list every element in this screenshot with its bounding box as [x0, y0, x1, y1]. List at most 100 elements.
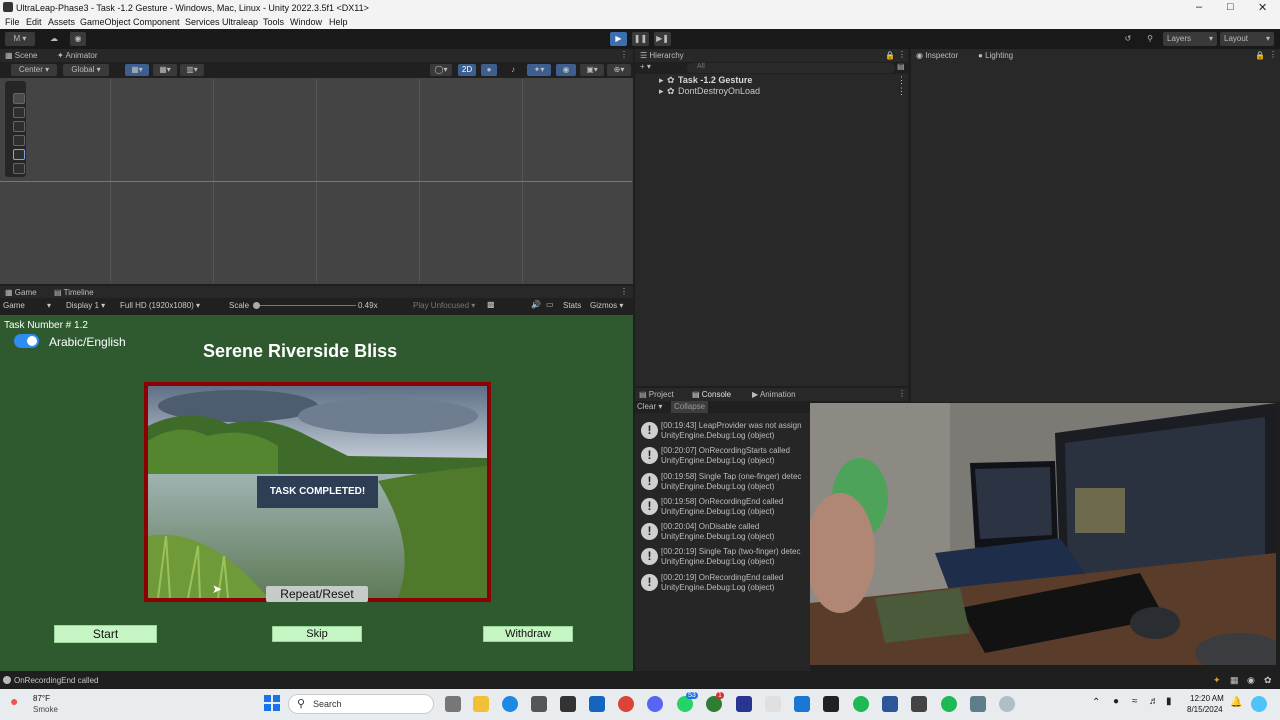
camera-dropdown[interactable]: ▣▾: [580, 64, 604, 76]
grid-icon[interactable]: ▦▾: [153, 64, 177, 76]
word-icon[interactable]: [882, 696, 898, 712]
windows-start-icon[interactable]: [264, 695, 280, 711]
collab-icon[interactable]: ◉: [70, 32, 86, 46]
debug-icon[interactable]: ✿: [1264, 675, 1272, 686]
kebab-menu-icon[interactable]: ⋮: [620, 287, 628, 296]
copilot-icon[interactable]: [1251, 696, 1267, 712]
menu-edit[interactable]: Edit: [26, 17, 42, 27]
grid-snap-icon[interactable]: ▦▾: [125, 64, 149, 76]
search-icon[interactable]: ⚲: [1142, 32, 1158, 46]
log-entry[interactable]: ! [00:19:43] LeapProvider was not assign U…: [637, 419, 812, 443]
snap-icon[interactable]: ▥▾: [180, 64, 204, 76]
clock-date[interactable]: 8/15/2024: [1187, 705, 1223, 714]
tab-scene[interactable]: ▦ Scene: [5, 51, 37, 60]
log-entry[interactable]: ! [00:20:04] OnDisable called UnityEngine.…: [637, 520, 812, 544]
expand-arrow-icon[interactable]: ▸: [659, 75, 664, 86]
tab-hierarchy[interactable]: ☰ Hierarchy: [640, 51, 684, 60]
audio-toggle-icon[interactable]: ♪: [505, 64, 521, 76]
play-button[interactable]: ▶: [610, 32, 627, 46]
tab-project[interactable]: ▤ Project: [639, 390, 674, 399]
game-mode-dropdown[interactable]: Game ▾: [3, 301, 51, 310]
withdraw-button[interactable]: Withdraw: [483, 626, 573, 642]
tab-lighting[interactable]: ● Lighting: [978, 51, 1013, 60]
collapse-button[interactable]: Collapse: [671, 401, 709, 413]
start-button[interactable]: Start: [54, 625, 157, 643]
clock-time[interactable]: 12:20 AM: [1190, 694, 1224, 703]
kebab-menu-icon[interactable]: ⋮: [897, 75, 906, 86]
pivot-center-dropdown[interactable]: Center ▾: [11, 64, 57, 76]
vscode-icon[interactable]: [794, 696, 810, 712]
layout-dropdown[interactable]: Layout ▾: [1220, 32, 1274, 46]
tab-timeline[interactable]: ▤ Timeline: [54, 288, 94, 297]
menu-help[interactable]: Help: [329, 17, 348, 27]
obs-icon[interactable]: [999, 696, 1015, 712]
kebab-menu-icon[interactable]: ⋮: [1269, 50, 1277, 59]
repeat-reset-button[interactable]: Repeat/Reset: [266, 586, 368, 602]
taskbar-search-input[interactable]: ⚲ Search: [288, 694, 434, 714]
clear-button[interactable]: Clear ▾: [637, 402, 662, 411]
l-app-icon[interactable]: [736, 696, 752, 712]
lightbulb-icon[interactable]: ✦: [1213, 675, 1221, 686]
tab-inspector[interactable]: ◉ Inspector: [916, 51, 958, 60]
camera-icon[interactable]: [970, 696, 986, 712]
tab-animator[interactable]: ✦ Animator: [57, 51, 98, 60]
scale-slider-thumb[interactable]: [253, 302, 260, 309]
history-icon[interactable]: ↺: [1120, 32, 1136, 46]
gizmos-scene-dropdown[interactable]: ⊕▾: [607, 64, 631, 76]
resolution-dropdown[interactable]: Full HD (1920x1080) ▾: [120, 301, 200, 310]
close-icon[interactable]: ✕: [1258, 1, 1267, 14]
tab-animation[interactable]: ▶ Animation: [752, 390, 796, 399]
status-message[interactable]: OnRecordingEnd called: [14, 676, 99, 685]
gizmos-dropdown[interactable]: Gizmos ▾: [590, 301, 623, 310]
spotify-icon[interactable]: [853, 696, 869, 712]
terminal-icon[interactable]: [765, 696, 781, 712]
menu-assets[interactable]: Assets: [48, 17, 75, 27]
move-tool-icon[interactable]: [13, 107, 25, 118]
unity-hub-icon[interactable]: [560, 696, 576, 712]
scale-tool-icon[interactable]: [13, 135, 25, 146]
log-entry[interactable]: ! [00:20:19] OnRecordingEnd called UnityEn…: [637, 571, 812, 595]
skip-button[interactable]: Skip: [272, 626, 362, 642]
menu-window[interactable]: Window: [290, 17, 322, 27]
add-icon[interactable]: + ▾: [640, 62, 651, 71]
kebab-menu-icon[interactable]: ⋮: [898, 389, 906, 398]
mute-audio-icon[interactable]: 🔊: [531, 300, 541, 309]
rect-tool-icon[interactable]: [13, 149, 25, 160]
list-item[interactable]: ▸ ✿ Task -1.2 Gesture ⋮: [635, 75, 908, 85]
frame-debug-icon[interactable]: ▩: [487, 300, 495, 309]
weather-icon[interactable]: ●: [10, 693, 18, 709]
global-dropdown[interactable]: Global ▾: [63, 64, 109, 76]
task-view-icon[interactable]: [445, 696, 461, 712]
account-button[interactable]: M ▾: [5, 32, 35, 46]
stats-icon[interactable]: ▭: [546, 300, 554, 309]
rotate-tool-icon[interactable]: [13, 121, 25, 132]
log-entry[interactable]: ! [00:20:07] OnRecordingStarts called Unit…: [637, 444, 812, 468]
stats-button[interactable]: Stats: [563, 301, 581, 310]
kebab-menu-icon[interactable]: ⋮: [897, 86, 906, 97]
kebab-menu-icon[interactable]: ⋮: [898, 50, 906, 59]
menu-gameobject[interactable]: GameObject: [80, 17, 131, 27]
chrome-icon[interactable]: [618, 696, 634, 712]
microphone-icon[interactable]: ●: [1113, 696, 1119, 707]
notifications-icon[interactable]: 🔔: [1230, 697, 1242, 708]
volume-icon[interactable]: ♬: [1149, 696, 1159, 707]
play-focus-dropdown[interactable]: Play Unfocused ▾: [413, 301, 475, 310]
log-entry[interactable]: ! [00:19:58] Single Tap (one-finger) dete…: [637, 470, 812, 494]
tab-game[interactable]: ▦ Game: [5, 288, 37, 297]
lock-icon[interactable]: 🔒: [1255, 51, 1265, 60]
hand-tool-icon[interactable]: [13, 93, 25, 104]
cloud-icon[interactable]: ☁: [46, 32, 62, 46]
scale-slider-track[interactable]: [256, 305, 356, 306]
battery-icon[interactable]: ▮: [1166, 696, 1172, 707]
layers-dropdown[interactable]: Layers ▾: [1163, 32, 1217, 46]
hierarchy-search-input[interactable]: All: [687, 63, 895, 73]
unity-editor-icon[interactable]: [911, 696, 927, 712]
shading-dropdown[interactable]: ◯▾: [430, 64, 452, 76]
expand-arrow-icon[interactable]: ▸: [659, 86, 664, 97]
kebab-menu-icon[interactable]: ⋮: [620, 50, 628, 59]
epic-games-icon[interactable]: [823, 696, 839, 712]
tab-console[interactable]: ▤ Console: [692, 390, 731, 399]
toggle-2d-button[interactable]: 2D: [458, 64, 476, 76]
chevron-up-icon[interactable]: ⌃: [1092, 697, 1100, 708]
menu-file[interactable]: File: [5, 17, 20, 27]
